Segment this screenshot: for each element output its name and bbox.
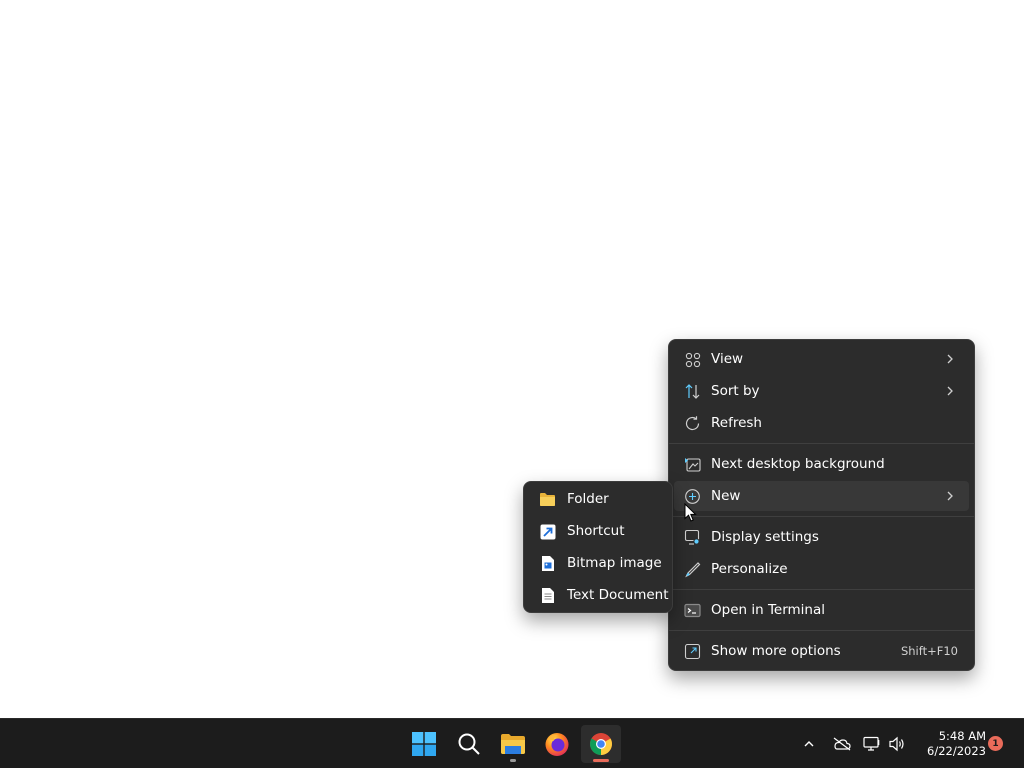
network-tray-button[interactable] bbox=[861, 719, 883, 769]
onedrive-tray-button[interactable] bbox=[830, 719, 854, 769]
menu-item-label: Display settings bbox=[711, 529, 819, 545]
next-background-icon bbox=[684, 456, 701, 473]
onedrive-offline-icon bbox=[833, 737, 851, 751]
menu-separator bbox=[669, 443, 974, 444]
view-grid-icon bbox=[684, 351, 701, 368]
menu-item-open-in-terminal[interactable]: Open in Terminal bbox=[674, 595, 969, 625]
display-settings-icon bbox=[684, 529, 701, 546]
menu-item-new[interactable]: New bbox=[674, 481, 969, 511]
submenu-item-label: Text Document bbox=[567, 587, 669, 603]
chevron-right-icon bbox=[947, 354, 953, 364]
chevron-right-icon bbox=[947, 491, 953, 501]
menu-item-label: Personalize bbox=[711, 561, 788, 577]
taskbar-search-button[interactable] bbox=[449, 725, 489, 763]
menu-separator bbox=[669, 630, 974, 631]
firefox-icon bbox=[545, 733, 569, 756]
running-indicator bbox=[510, 759, 516, 762]
notification-badge[interactable]: 1 bbox=[988, 736, 1003, 751]
menu-item-label: Refresh bbox=[711, 415, 762, 431]
menu-item-view[interactable]: View bbox=[674, 344, 969, 374]
menu-separator bbox=[669, 516, 974, 517]
menu-item-label: Next desktop background bbox=[711, 456, 885, 472]
shortcut-hint: Shift+F10 bbox=[900, 644, 958, 658]
text-document-icon bbox=[539, 587, 556, 604]
bitmap-image-icon bbox=[539, 555, 556, 572]
submenu-item-label: Folder bbox=[567, 491, 609, 507]
clock-time: 5:48 AM bbox=[938, 729, 986, 743]
submenu-item-text-document[interactable]: Text Document bbox=[529, 580, 669, 610]
terminal-icon bbox=[684, 602, 701, 619]
clock-date: 6/22/2023 bbox=[927, 744, 986, 758]
volume-tray-button[interactable] bbox=[886, 719, 908, 769]
menu-item-next-desktop-background[interactable]: Next desktop background bbox=[674, 449, 969, 479]
file-explorer-icon bbox=[501, 734, 525, 754]
menu-item-label: Open in Terminal bbox=[711, 602, 825, 618]
menu-item-label: Sort by bbox=[711, 383, 760, 399]
chevron-up-icon bbox=[804, 741, 814, 747]
folder-icon bbox=[539, 491, 556, 508]
taskbar: 5:48 AM 6/22/2023 bbox=[0, 718, 1024, 768]
chrome-icon bbox=[590, 733, 612, 755]
menu-item-show-more-options[interactable]: Show more options Shift+F10 bbox=[674, 636, 969, 666]
mouse-cursor-icon bbox=[684, 503, 697, 522]
menu-separator bbox=[669, 589, 974, 590]
submenu-item-folder[interactable]: Folder bbox=[529, 484, 669, 514]
menu-item-label: View bbox=[711, 351, 744, 367]
shortcut-icon bbox=[539, 523, 556, 540]
taskbar-firefox-button[interactable] bbox=[537, 725, 577, 763]
taskbar-chrome-button[interactable] bbox=[581, 725, 621, 763]
submenu-item-shortcut[interactable]: Shortcut bbox=[529, 516, 669, 546]
menu-item-personalize[interactable]: Personalize bbox=[674, 554, 969, 584]
show-more-options-icon bbox=[684, 643, 701, 660]
volume-icon bbox=[889, 736, 904, 752]
desktop-context-menu: View Sort by Refresh Next desktop backgr… bbox=[668, 339, 975, 671]
menu-item-display-settings[interactable]: Display settings bbox=[674, 522, 969, 552]
menu-item-label: Show more options bbox=[711, 643, 841, 659]
menu-item-label: New bbox=[711, 488, 741, 504]
submenu-item-label: Shortcut bbox=[567, 523, 625, 539]
new-submenu: Folder Shortcut Bitmap image Text Docume… bbox=[523, 481, 673, 613]
sort-icon bbox=[684, 383, 701, 400]
taskbar-clock[interactable]: 5:48 AM 6/22/2023 bbox=[912, 729, 986, 759]
submenu-item-bitmap-image[interactable]: Bitmap image bbox=[529, 548, 669, 578]
personalize-pen-icon bbox=[684, 561, 701, 578]
taskbar-start-button[interactable] bbox=[404, 725, 444, 763]
show-hidden-icons-button[interactable] bbox=[798, 719, 820, 769]
chevron-right-icon bbox=[947, 386, 953, 396]
windows-start-icon bbox=[412, 732, 436, 756]
submenu-item-label: Bitmap image bbox=[567, 555, 662, 571]
active-indicator bbox=[593, 759, 609, 762]
menu-item-sort-by[interactable]: Sort by bbox=[674, 376, 969, 406]
refresh-icon bbox=[684, 415, 701, 432]
taskbar-file-explorer-button[interactable] bbox=[493, 725, 533, 763]
search-icon bbox=[458, 733, 480, 755]
menu-item-refresh[interactable]: Refresh bbox=[674, 408, 969, 438]
network-icon bbox=[863, 736, 880, 751]
